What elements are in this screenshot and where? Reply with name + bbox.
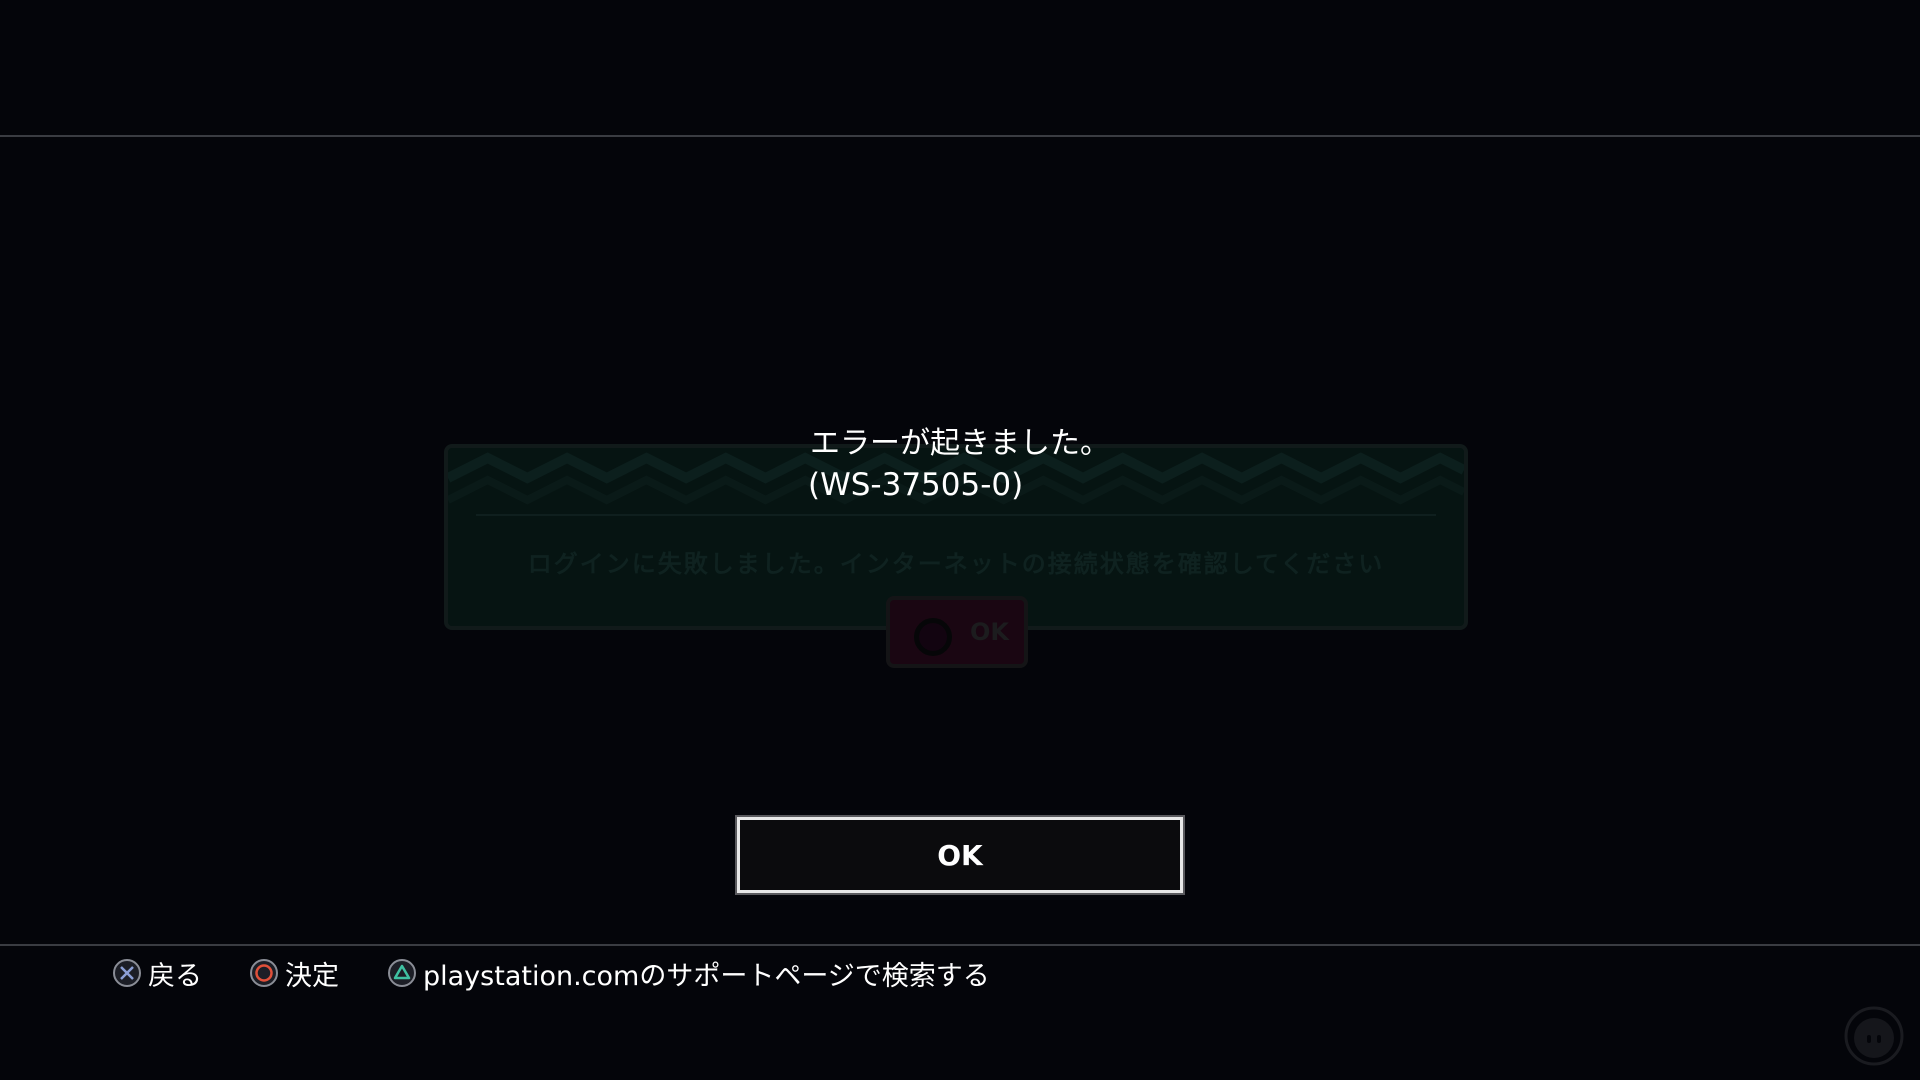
background-dialog-message: ログインに失敗しました。インターネットの接続状態を確認してください [527,550,1385,578]
cross-button-icon [113,959,141,987]
triangle-button-icon [388,959,416,987]
ok-button[interactable]: OK [737,817,1183,893]
footer-divider [0,944,1920,946]
circle-button-icon [914,618,952,656]
confirm-hint-label: 決定 [285,960,339,992]
dialog-divider [476,514,1436,516]
circle-button-icon [250,959,278,987]
error-screen: ログインに失敗しました。インターネットの接続状態を確認してください OK エラー… [0,0,1920,1080]
support-search-hint-label: playstation.comのサポートページで検索する [423,960,990,992]
loading-character-icon [1844,1006,1904,1066]
header-divider [0,135,1920,137]
background-ok-button: OK [886,596,1028,668]
back-hint-label: 戻る [148,960,202,992]
confirm-hint[interactable]: 決定 [249,954,339,992]
error-title: エラーが起きました。 [810,426,1110,461]
error-code: (WS-37505-0) [808,467,1024,503]
support-search-hint[interactable]: playstation.comのサポートページで検索する [387,954,990,992]
back-hint[interactable]: 戻る [112,954,202,992]
background-ok-label: OK [970,618,1009,646]
